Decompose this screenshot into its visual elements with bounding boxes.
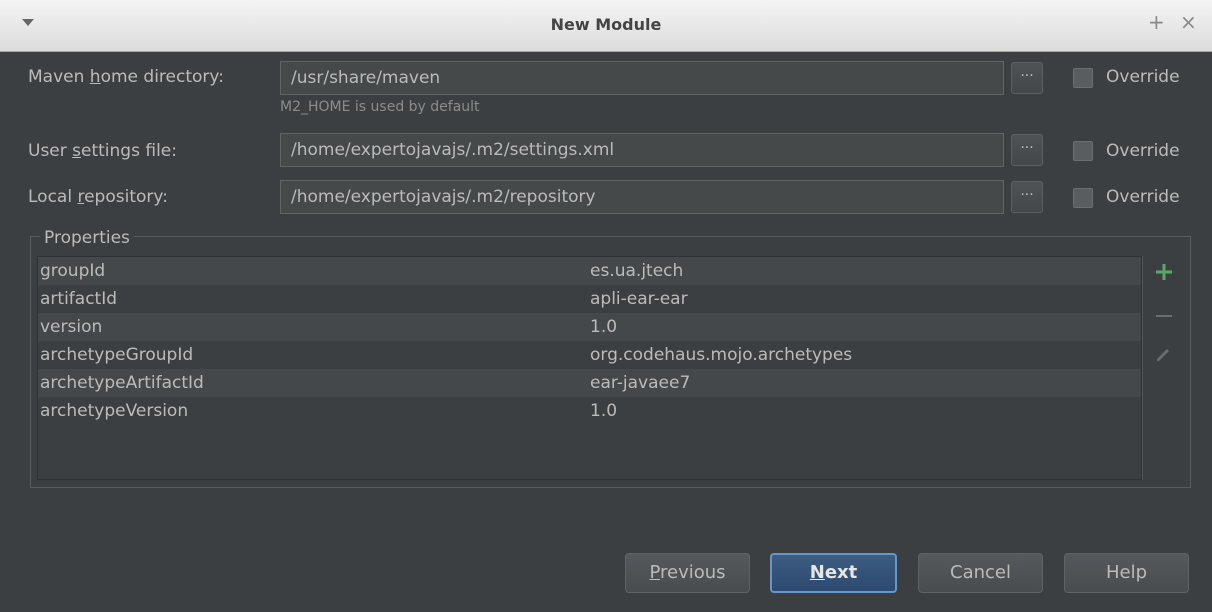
maven-home-browse-button[interactable]: ··· bbox=[1011, 62, 1043, 94]
close-icon[interactable]: × bbox=[1180, 11, 1197, 33]
property-key: archetypeVersion bbox=[40, 401, 189, 421]
user-settings-override-checkbox[interactable] bbox=[1073, 141, 1093, 161]
properties-group-title: Properties bbox=[40, 228, 134, 248]
maven-home-field[interactable]: /usr/share/maven bbox=[280, 61, 1004, 95]
edit-icon[interactable] bbox=[1143, 344, 1185, 368]
help-button[interactable]: Help bbox=[1064, 553, 1189, 593]
property-value: 1.0 bbox=[590, 401, 618, 421]
local-repository-browse-button[interactable]: ··· bbox=[1011, 181, 1043, 213]
next-button[interactable]: Next bbox=[770, 553, 897, 593]
property-value: es.ua.jtech bbox=[590, 261, 684, 281]
properties-table[interactable]: groupId es.ua.jtech artifactId apli-ear-… bbox=[37, 256, 1142, 480]
property-value: org.codehaus.mojo.archetypes bbox=[590, 345, 853, 365]
local-repository-field[interactable]: /home/expertojavajs/.m2/repository bbox=[280, 180, 1004, 214]
table-row[interactable]: archetypeArtifactId ear-javaee7 bbox=[38, 369, 1141, 397]
window-title: New Module bbox=[550, 15, 662, 34]
table-row[interactable]: version 1.0 bbox=[38, 313, 1141, 341]
previous-button[interactable]: Previous bbox=[625, 553, 750, 593]
table-row[interactable]: archetypeVersion 1.0 bbox=[38, 397, 1141, 425]
cancel-button[interactable]: Cancel bbox=[918, 553, 1043, 593]
local-repository-override-checkbox[interactable] bbox=[1073, 188, 1093, 208]
table-row[interactable]: groupId es.ua.jtech bbox=[38, 257, 1141, 285]
property-key: artifactId bbox=[40, 289, 118, 309]
window-titlebar: New Module + × bbox=[0, 0, 1212, 52]
table-row[interactable]: archetypeGroupId org.codehaus.mojo.arche… bbox=[38, 341, 1141, 369]
maven-home-label: Maven home directory: bbox=[28, 67, 224, 87]
user-settings-label: User settings file: bbox=[28, 141, 177, 161]
property-value: apli-ear-ear bbox=[590, 289, 688, 309]
property-key: groupId bbox=[40, 261, 106, 281]
property-key: archetypeGroupId bbox=[40, 345, 194, 365]
pin-icon[interactable]: + bbox=[1148, 11, 1165, 33]
maven-home-override-checkbox[interactable] bbox=[1073, 68, 1093, 88]
table-row[interactable]: artifactId apli-ear-ear bbox=[38, 285, 1141, 313]
local-repository-override-label: Override bbox=[1106, 187, 1180, 207]
property-key: archetypeArtifactId bbox=[40, 373, 204, 393]
maven-home-hint: M2_HOME is used by default bbox=[280, 99, 480, 115]
properties-toolbar bbox=[1142, 256, 1185, 480]
property-key: version bbox=[40, 317, 103, 337]
user-settings-browse-button[interactable]: ··· bbox=[1011, 134, 1043, 166]
user-settings-override-label: Override bbox=[1106, 141, 1180, 161]
add-icon[interactable] bbox=[1143, 262, 1185, 286]
remove-icon[interactable] bbox=[1143, 306, 1185, 330]
local-repository-label: Local repository: bbox=[28, 187, 168, 207]
property-value: ear-javaee7 bbox=[590, 373, 691, 393]
user-settings-field[interactable]: /home/expertojavajs/.m2/settings.xml bbox=[280, 133, 1004, 167]
maven-home-override-label: Override bbox=[1106, 67, 1180, 87]
property-value: 1.0 bbox=[590, 317, 618, 337]
